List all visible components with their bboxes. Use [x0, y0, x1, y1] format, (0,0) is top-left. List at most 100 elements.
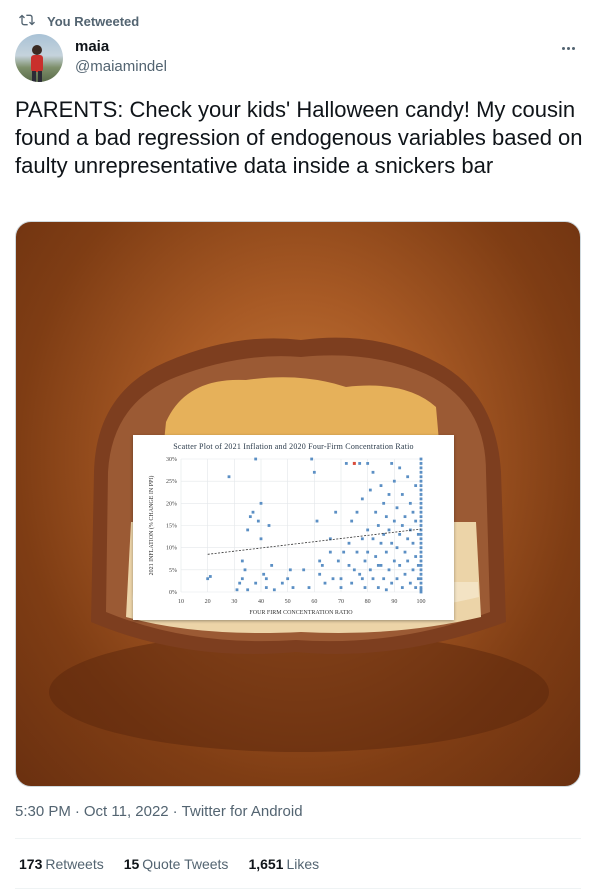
- author-display-name[interactable]: maia: [75, 38, 109, 55]
- scatter-point: [419, 572, 423, 576]
- scatter-point: [339, 586, 343, 589]
- scatter-point: [416, 532, 420, 536]
- scatter-point: [400, 524, 404, 527]
- scatter-point: [390, 541, 394, 545]
- scatter-point: [350, 519, 354, 523]
- scatter-point: [259, 537, 263, 541]
- scatter-point: [419, 524, 423, 527]
- tweet-text: PARENTS: Check your kids' Halloween cand…: [15, 97, 583, 178]
- scatter-point: [256, 519, 260, 523]
- scatter-point: [419, 506, 423, 510]
- scatter-point: [344, 462, 348, 465]
- scatter-point: [246, 588, 250, 592]
- scatter-point: [323, 581, 327, 585]
- retweet-icon: [19, 12, 35, 31]
- x-tick-label: 70: [338, 599, 344, 605]
- scatter-point: [371, 537, 375, 541]
- scatter-point: [400, 586, 404, 589]
- scatter-point: [387, 568, 391, 572]
- scatter-point: [419, 537, 423, 541]
- scatter-point: [347, 564, 351, 567]
- scatter-point: [206, 577, 210, 581]
- scatter-point: [251, 510, 255, 514]
- scatter-point: [336, 559, 340, 563]
- scatter-point: [416, 564, 420, 567]
- y-tick-label: 20%: [166, 501, 177, 507]
- scatter-point: [371, 577, 375, 581]
- scatter-point: [352, 568, 356, 572]
- divider: [15, 838, 581, 839]
- scatter-point: [382, 577, 386, 581]
- avatar[interactable]: [15, 34, 63, 82]
- scatter-point: [262, 572, 266, 576]
- scatter-point: [331, 577, 335, 581]
- tweet-timestamp[interactable]: 5:30 PM · Oct 11, 2022 · Twitter for And…: [15, 803, 303, 820]
- x-tick-label: 50: [285, 599, 291, 605]
- scatter-point: [403, 572, 407, 576]
- scatter-point: [358, 572, 362, 576]
- scatter-point: [419, 541, 423, 545]
- scatter-point: [318, 559, 322, 563]
- retweet-context[interactable]: You Retweeted: [19, 12, 139, 30]
- scatter-point: [392, 519, 396, 523]
- scatter-point: [280, 581, 284, 585]
- scatter-point: [254, 457, 258, 461]
- scatter-point: [288, 568, 292, 572]
- scatter-point: [419, 484, 423, 487]
- scatter-point: [419, 501, 423, 505]
- scatter-point: [419, 568, 423, 572]
- y-tick-label: 10%: [166, 546, 177, 552]
- scatter-point: [248, 515, 252, 519]
- timestamp-time: 5:30 PM: [15, 803, 71, 820]
- scatter-point: [382, 501, 386, 505]
- scatter-point: [208, 575, 212, 578]
- scatter-point: [363, 586, 367, 589]
- likes-count: 1,651: [248, 856, 284, 872]
- x-axis-label: FOUR FIRM CONCENTRATION RATIO: [249, 610, 353, 616]
- scatter-point: [360, 577, 364, 581]
- scatter-point: [392, 479, 396, 483]
- scatter-point: [366, 550, 370, 554]
- scatter-point: [419, 550, 423, 554]
- scatter-point: [384, 550, 388, 554]
- scatter-point: [360, 497, 364, 501]
- divider: [15, 888, 581, 889]
- scatter-point: [315, 519, 319, 523]
- scatter-point: [342, 550, 346, 554]
- scatter-point: [398, 532, 402, 536]
- scatter-point: [387, 493, 391, 496]
- scatter-point: [243, 568, 247, 572]
- scatter-point: [419, 555, 423, 558]
- scatter-point: [419, 488, 423, 492]
- scatter-point: [419, 590, 423, 594]
- scatter-point: [403, 515, 407, 519]
- tweet-author: maia @maiamindel: [15, 34, 595, 84]
- scatter-point: [291, 586, 295, 589]
- scatter-point: [419, 577, 423, 581]
- scatter-point: [320, 564, 324, 567]
- y-axis-label: 2021 INFLATION (% CHANGE IN PPI): [148, 476, 155, 576]
- scatter-point: [384, 588, 388, 592]
- scatter-point: [366, 462, 370, 465]
- scatter-point: [414, 586, 418, 589]
- scatter-point: [240, 577, 244, 581]
- scatter-point: [411, 541, 415, 545]
- timestamp-source[interactable]: Twitter for Android: [182, 803, 303, 820]
- y-tick-label: 0%: [169, 590, 177, 596]
- quote-tweets-stat[interactable]: 15 Quote Tweets: [124, 856, 229, 872]
- retweets-stat[interactable]: 173 Retweets: [19, 856, 104, 872]
- tweet-media[interactable]: Scatter Plot of 2021 Inflation and 2020 …: [15, 221, 581, 787]
- scatter-point: [406, 537, 410, 541]
- scatter-point: [238, 581, 242, 585]
- likes-stat[interactable]: 1,651 Likes: [248, 856, 319, 872]
- scatter-point: [414, 519, 418, 523]
- author-handle[interactable]: @maiamindel: [75, 58, 167, 75]
- more-horizontal-icon[interactable]: [557, 38, 579, 58]
- scatter-point: [302, 568, 306, 572]
- scatter-point: [355, 550, 359, 554]
- scatter-point: [419, 493, 423, 496]
- scatter-point: [419, 479, 423, 483]
- scatter-point: [328, 550, 332, 554]
- timestamp-separator: ·: [172, 803, 178, 820]
- scatter-point: [419, 581, 423, 585]
